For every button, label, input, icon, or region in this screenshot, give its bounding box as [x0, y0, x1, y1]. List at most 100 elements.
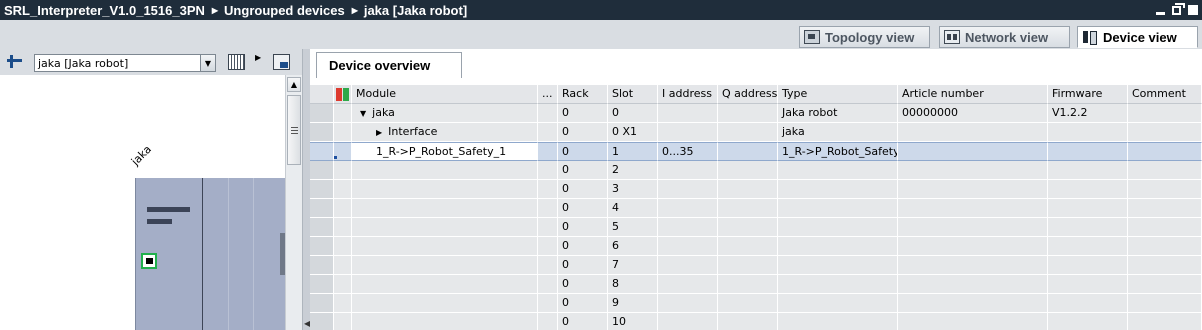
i-address-cell[interactable] [658, 161, 718, 180]
q-address-cell[interactable] [718, 275, 778, 294]
article-number-cell[interactable] [898, 275, 1048, 294]
column-header-i-address[interactable]: I address [658, 85, 718, 104]
module-cell[interactable]: ▼ jaka [352, 104, 538, 123]
row-header[interactable] [310, 199, 334, 218]
q-address-cell[interactable] [718, 313, 778, 330]
slot-cell[interactable]: 10 [608, 313, 658, 330]
table-row[interactable]: 0 10 [310, 313, 1202, 330]
article-number-cell[interactable] [898, 294, 1048, 313]
slot-cell[interactable]: 2 [608, 161, 658, 180]
module-cell[interactable] [352, 237, 538, 256]
rack-cell[interactable]: 0 [558, 237, 608, 256]
type-cell[interactable] [778, 180, 898, 199]
article-number-cell[interactable] [898, 180, 1048, 199]
comment-cell[interactable] [1128, 142, 1202, 161]
filter-icon-cell[interactable] [334, 85, 352, 104]
type-cell[interactable] [778, 161, 898, 180]
column-header-module[interactable]: Module [352, 85, 538, 104]
i-address-cell[interactable] [658, 199, 718, 218]
breadcrumb-group[interactable]: Ungrouped devices [224, 3, 345, 18]
q-address-cell[interactable] [718, 161, 778, 180]
comment-cell[interactable] [1128, 256, 1202, 275]
table-row[interactable]: ▶ Interface 0 0 X1 jaka [310, 123, 1202, 142]
rack-cell[interactable]: 0 [558, 180, 608, 199]
device-rack[interactable] [135, 178, 285, 330]
rack-cell[interactable]: 0 [558, 123, 608, 142]
article-number-cell[interactable] [898, 256, 1048, 275]
row-header[interactable] [310, 294, 334, 313]
module-cell[interactable] [352, 294, 538, 313]
q-address-cell[interactable] [718, 237, 778, 256]
firmware-cell[interactable] [1048, 237, 1128, 256]
i-address-cell[interactable] [658, 123, 718, 142]
type-cell[interactable] [778, 275, 898, 294]
comment-cell[interactable] [1128, 180, 1202, 199]
slot-cell[interactable]: 0 X1 [608, 123, 658, 142]
module-cell[interactable]: ▶ Interface [352, 123, 538, 142]
ethernet-port-icon[interactable] [141, 253, 157, 269]
dots-cell[interactable] [538, 161, 558, 180]
breadcrumb-device[interactable]: jaka [Jaka robot] [364, 3, 467, 18]
article-number-cell[interactable] [898, 123, 1048, 142]
column-header-slot[interactable]: Slot [608, 85, 658, 104]
rack-cell[interactable]: 0 [558, 294, 608, 313]
type-cell[interactable] [778, 313, 898, 330]
rack-cell[interactable]: 0 [558, 275, 608, 294]
firmware-cell[interactable] [1048, 275, 1128, 294]
device-canvas[interactable]: jaka [0, 75, 285, 330]
article-number-cell[interactable] [898, 142, 1048, 161]
module-cell[interactable] [352, 161, 538, 180]
i-address-cell[interactable] [658, 294, 718, 313]
firmware-cell[interactable] [1048, 294, 1128, 313]
firmware-cell[interactable] [1048, 256, 1128, 275]
column-header-q-address[interactable]: Q address [718, 85, 778, 104]
firmware-cell[interactable] [1048, 123, 1128, 142]
i-address-cell[interactable] [658, 180, 718, 199]
article-number-cell[interactable]: 00000000 [898, 104, 1048, 123]
row-header[interactable] [310, 218, 334, 237]
i-address-cell[interactable] [658, 218, 718, 237]
firmware-cell[interactable] [1048, 218, 1128, 237]
slot-cell[interactable]: 6 [608, 237, 658, 256]
dots-cell[interactable] [538, 294, 558, 313]
comment-cell[interactable] [1128, 218, 1202, 237]
slot-cell[interactable]: 9 [608, 294, 658, 313]
q-address-cell[interactable] [718, 142, 778, 161]
dots-cell[interactable] [538, 142, 558, 161]
comment-cell[interactable] [1128, 313, 1202, 330]
q-address-cell[interactable] [718, 180, 778, 199]
expand-icon[interactable]: ▶ [376, 124, 382, 141]
firmware-cell[interactable] [1048, 161, 1128, 180]
column-header-dots[interactable]: ... [538, 85, 558, 104]
slot-cell[interactable]: 3 [608, 180, 658, 199]
row-header[interactable] [310, 161, 334, 180]
i-address-cell[interactable] [658, 275, 718, 294]
rack-cell[interactable]: 0 [558, 199, 608, 218]
firmware-cell[interactable] [1048, 180, 1128, 199]
firmware-cell[interactable] [1048, 313, 1128, 330]
table-row[interactable]: 0 9 [310, 294, 1202, 313]
type-cell[interactable] [778, 218, 898, 237]
type-cell[interactable] [778, 237, 898, 256]
firmware-cell[interactable] [1048, 142, 1128, 161]
row-header[interactable] [310, 180, 334, 199]
minimize-button[interactable] [1155, 5, 1166, 16]
module-cell[interactable] [352, 218, 538, 237]
comment-cell[interactable] [1128, 104, 1202, 123]
caret-right-icon[interactable]: ▶ [255, 53, 272, 69]
table-row[interactable]: 0 3 [310, 180, 1202, 199]
table-row[interactable]: 0 7 [310, 256, 1202, 275]
q-address-cell[interactable] [718, 256, 778, 275]
row-header[interactable] [310, 256, 334, 275]
dots-cell[interactable] [538, 199, 558, 218]
dots-cell[interactable] [538, 104, 558, 123]
table-row[interactable]: 0 4 [310, 199, 1202, 218]
tab-device-overview[interactable]: Device overview [316, 52, 462, 78]
module-cell[interactable] [352, 275, 538, 294]
dots-cell[interactable] [538, 256, 558, 275]
q-address-cell[interactable] [718, 104, 778, 123]
table-row[interactable]: 0 5 [310, 218, 1202, 237]
i-address-cell[interactable] [658, 237, 718, 256]
type-cell[interactable]: jaka [778, 123, 898, 142]
tab-network-view[interactable]: Network view [939, 26, 1070, 48]
